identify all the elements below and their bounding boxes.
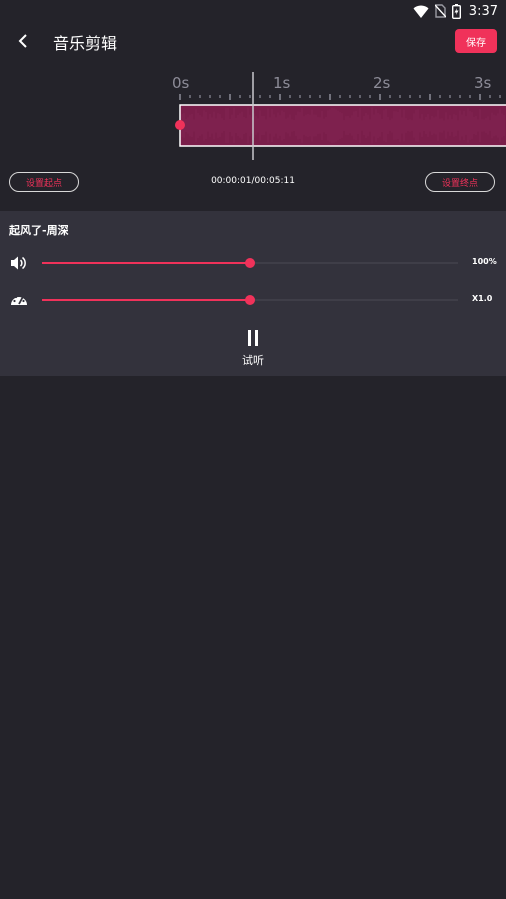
preview-label: 试听 [242, 354, 264, 367]
app-bar: 音乐剪辑 保存 [0, 22, 506, 60]
volume-row: 100% [0, 253, 506, 273]
battery-icon [451, 3, 461, 19]
volume-slider[interactable] [42, 258, 458, 268]
ruler-label: 3s [474, 74, 492, 92]
ruler-label: 0s [172, 74, 190, 92]
timeline-canvas: 0s 1s 2s 3s [172, 72, 506, 160]
back-button[interactable] [10, 28, 36, 54]
wifi-icon [413, 5, 429, 18]
pause-icon [248, 330, 258, 346]
speed-fill [42, 299, 250, 301]
timeline[interactable]: 0s 1s 2s 3s [0, 62, 506, 162]
volume-icon [11, 256, 26, 270]
speed-slider[interactable] [42, 295, 458, 305]
save-button[interactable]: 保存 [455, 29, 497, 53]
status-icons: 3:37 [413, 2, 498, 20]
volume-thumb[interactable] [245, 258, 255, 268]
volume-fill [42, 262, 250, 264]
preview-play-button[interactable]: 试听 [233, 329, 273, 369]
audio-panel: 起风了-周深 100% X1.0 试听 [0, 211, 506, 376]
volume-value: 100% [472, 257, 497, 266]
ruler-label: 1s [273, 74, 291, 92]
ruler-ticks [179, 94, 501, 100]
chevron-left-icon [18, 34, 27, 48]
speed-row: X1.0 [0, 290, 506, 310]
speed-thumb[interactable] [245, 295, 255, 305]
ruler-label: 2s [373, 74, 391, 92]
speed-value: X1.0 [472, 294, 493, 303]
start-handle[interactable] [175, 120, 185, 130]
song-title: 起风了-周深 [9, 224, 69, 237]
page-title: 音乐剪辑 [53, 34, 118, 53]
status-bar: 3:37 [0, 0, 506, 22]
status-time: 3:37 [468, 3, 498, 19]
no-sim-icon [434, 4, 446, 18]
waveform-region[interactable] [179, 104, 506, 147]
speedometer-icon [11, 294, 27, 305]
set-end-button[interactable]: 设置终点 [425, 172, 495, 192]
